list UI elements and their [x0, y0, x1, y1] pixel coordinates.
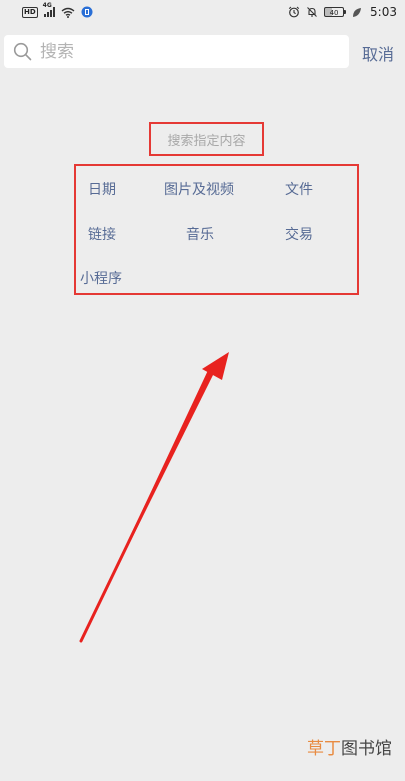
status-time: 5:03	[370, 5, 397, 19]
mute-icon	[306, 6, 318, 18]
category-date[interactable]: 日期	[88, 179, 116, 199]
signal-label: 4G	[42, 2, 52, 9]
search-hint-box: 搜索指定内容	[149, 122, 264, 156]
status-right: 40 5:03	[288, 5, 397, 19]
search-icon	[12, 42, 32, 62]
wifi-icon	[61, 7, 75, 18]
category-transactions[interactable]: 交易	[285, 224, 313, 244]
category-mini-programs[interactable]: 小程序	[80, 268, 122, 288]
category-images-videos[interactable]: 图片及视频	[164, 179, 234, 199]
search-box[interactable]	[4, 35, 349, 68]
category-links[interactable]: 链接	[88, 224, 116, 244]
battery-icon: 40	[324, 7, 347, 17]
hd-icon: HD	[22, 6, 38, 18]
vpn-icon	[81, 6, 93, 18]
search-input[interactable]	[38, 40, 332, 63]
watermark-part2: 图书馆	[341, 739, 392, 759]
leaf-icon	[352, 7, 362, 18]
annotation-arrow	[79, 352, 229, 643]
category-files[interactable]: 文件	[285, 179, 313, 199]
status-left: HD 4G	[22, 2, 93, 18]
category-grid: 日期 图片及视频 文件 链接 音乐 交易 小程序	[74, 164, 359, 295]
signal-icon: 4G	[43, 2, 55, 17]
watermark-part1: 草丁	[307, 739, 341, 759]
alarm-icon	[288, 6, 300, 18]
search-hint: 搜索指定内容	[167, 133, 246, 149]
battery-level: 40	[324, 7, 345, 17]
status-bar: HD 4G 40 5:03	[0, 0, 405, 24]
watermark: 草丁图书馆	[307, 734, 392, 759]
category-music[interactable]: 音乐	[186, 224, 214, 244]
cancel-button[interactable]: 取消	[362, 41, 394, 65]
